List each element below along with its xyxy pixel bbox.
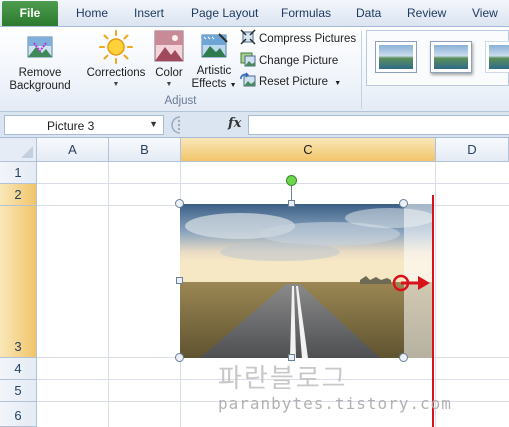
row-header-4[interactable]: 4 xyxy=(0,358,37,380)
change-picture-icon xyxy=(240,52,256,67)
resize-handle-bottom-right[interactable] xyxy=(399,353,408,362)
remove-background-label-1: Remove xyxy=(18,67,62,79)
resize-handle-bottom-left[interactable] xyxy=(175,353,184,362)
artistic-effects-label-1: Artistic xyxy=(196,65,232,77)
row-number: 4 xyxy=(14,361,22,376)
row-header-3[interactable]: 3 xyxy=(0,206,37,358)
column-header-b[interactable]: B xyxy=(109,138,181,162)
group-separator xyxy=(361,31,362,109)
reset-picture-label: Reset Picture xyxy=(259,76,329,88)
gridline xyxy=(108,162,109,427)
resize-handle-top[interactable] xyxy=(288,200,295,207)
change-picture-button[interactable]: Change Picture xyxy=(240,51,338,69)
row-header-2[interactable]: 2 xyxy=(0,184,37,206)
row-number: 5 xyxy=(14,383,22,398)
picture-styles-gallery xyxy=(366,30,509,86)
chevron-down-icon[interactable]: ▼ xyxy=(149,119,158,129)
watermark-korean: 파란블로그 xyxy=(218,364,348,394)
artistic-effects-label-2: Effects ▼ xyxy=(190,78,238,92)
formula-input[interactable] xyxy=(248,115,509,135)
remove-background-label-2: Background xyxy=(9,80,71,92)
tab-review[interactable]: Review xyxy=(407,6,446,20)
tab-home[interactable]: Home xyxy=(76,6,108,20)
sun-icon xyxy=(99,30,133,64)
resize-handle-top-right[interactable] xyxy=(399,199,408,208)
gridline xyxy=(435,162,436,427)
artistic-effects-button[interactable]: Artistic Effects ▼ xyxy=(190,31,238,92)
ribbon-panel: Remove Background Corrections ▼ Color ▼ xyxy=(0,27,509,112)
worksheet-grid[interactable]: A B C D 1 2 3 4 5 6 파란블로그 paranbytes.tis… xyxy=(0,138,509,427)
formula-bar-controls: fx xyxy=(166,115,246,135)
compress-pictures-label: Compress Pictures xyxy=(259,33,357,45)
remove-background-button[interactable]: Remove Background xyxy=(4,31,76,93)
row-number: 6 xyxy=(14,408,22,423)
picture-style-thumb[interactable] xyxy=(485,41,509,73)
formula-bar: Picture 3 ▼ fx xyxy=(0,112,509,138)
row-number: 2 xyxy=(14,187,22,202)
arrow-right-icon xyxy=(392,274,430,292)
artistic-effects-icon xyxy=(201,33,228,58)
watermark-url: paranbytes.tistory.com xyxy=(218,394,452,413)
resize-handle-left[interactable] xyxy=(176,277,183,284)
chevron-down-icon: ▼ xyxy=(229,82,237,89)
tab-page-layout[interactable]: Page Layout xyxy=(191,6,258,20)
expand-handle-icon[interactable] xyxy=(166,115,190,135)
chevron-down-icon: ▼ xyxy=(112,81,120,88)
row-header-1[interactable]: 1 xyxy=(0,162,37,184)
picture-style-thumb[interactable] xyxy=(430,41,472,73)
row-header-6[interactable]: 6 xyxy=(0,402,37,427)
compress-icon xyxy=(240,29,256,45)
color-button[interactable]: Color ▼ xyxy=(150,29,188,89)
row-header-5[interactable]: 5 xyxy=(0,380,37,402)
rotate-handle[interactable] xyxy=(286,175,297,186)
compress-pictures-button[interactable]: Compress Pictures xyxy=(240,29,356,47)
select-all-button[interactable] xyxy=(0,138,37,162)
ribbon-tab-bar: File Home Insert Page Layout Formulas Da… xyxy=(0,0,509,27)
tab-view[interactable]: View xyxy=(472,6,498,20)
reset-picture-icon xyxy=(240,72,256,87)
adjust-group-label: Adjust xyxy=(164,95,197,107)
tab-formulas[interactable]: Formulas xyxy=(281,6,331,20)
chevron-down-icon: ▼ xyxy=(165,81,173,88)
column-header-a[interactable]: A xyxy=(37,138,109,162)
column-header-d[interactable]: D xyxy=(436,138,509,162)
color-icon xyxy=(154,30,184,62)
crop-guide-line xyxy=(432,195,434,427)
color-label: Color xyxy=(155,67,183,79)
row-number: 1 xyxy=(14,165,22,180)
artistic-effects-label-2-text: Effects xyxy=(191,78,227,90)
resize-handle-top-left[interactable] xyxy=(175,199,184,208)
remove-background-icon xyxy=(27,36,53,58)
change-picture-label: Change Picture xyxy=(259,55,339,67)
row-number: 3 xyxy=(14,339,22,354)
corrections-label: Corrections xyxy=(86,67,146,79)
corrections-button[interactable]: Corrections ▼ xyxy=(84,29,148,89)
reset-picture-button[interactable]: Reset Picture ▼ xyxy=(240,72,341,90)
gridline xyxy=(37,183,509,184)
chevron-down-icon: ▼ xyxy=(334,80,342,87)
column-header-c[interactable]: C xyxy=(181,138,436,162)
insert-function-button[interactable]: fx xyxy=(228,116,241,131)
name-box-value: Picture 3 xyxy=(47,119,95,133)
picture-style-thumb[interactable] xyxy=(375,41,417,73)
name-box[interactable]: Picture 3 ▼ xyxy=(4,115,164,135)
tab-file[interactable]: File xyxy=(2,1,58,26)
tab-data[interactable]: Data xyxy=(356,6,381,20)
tab-insert[interactable]: Insert xyxy=(134,6,164,20)
